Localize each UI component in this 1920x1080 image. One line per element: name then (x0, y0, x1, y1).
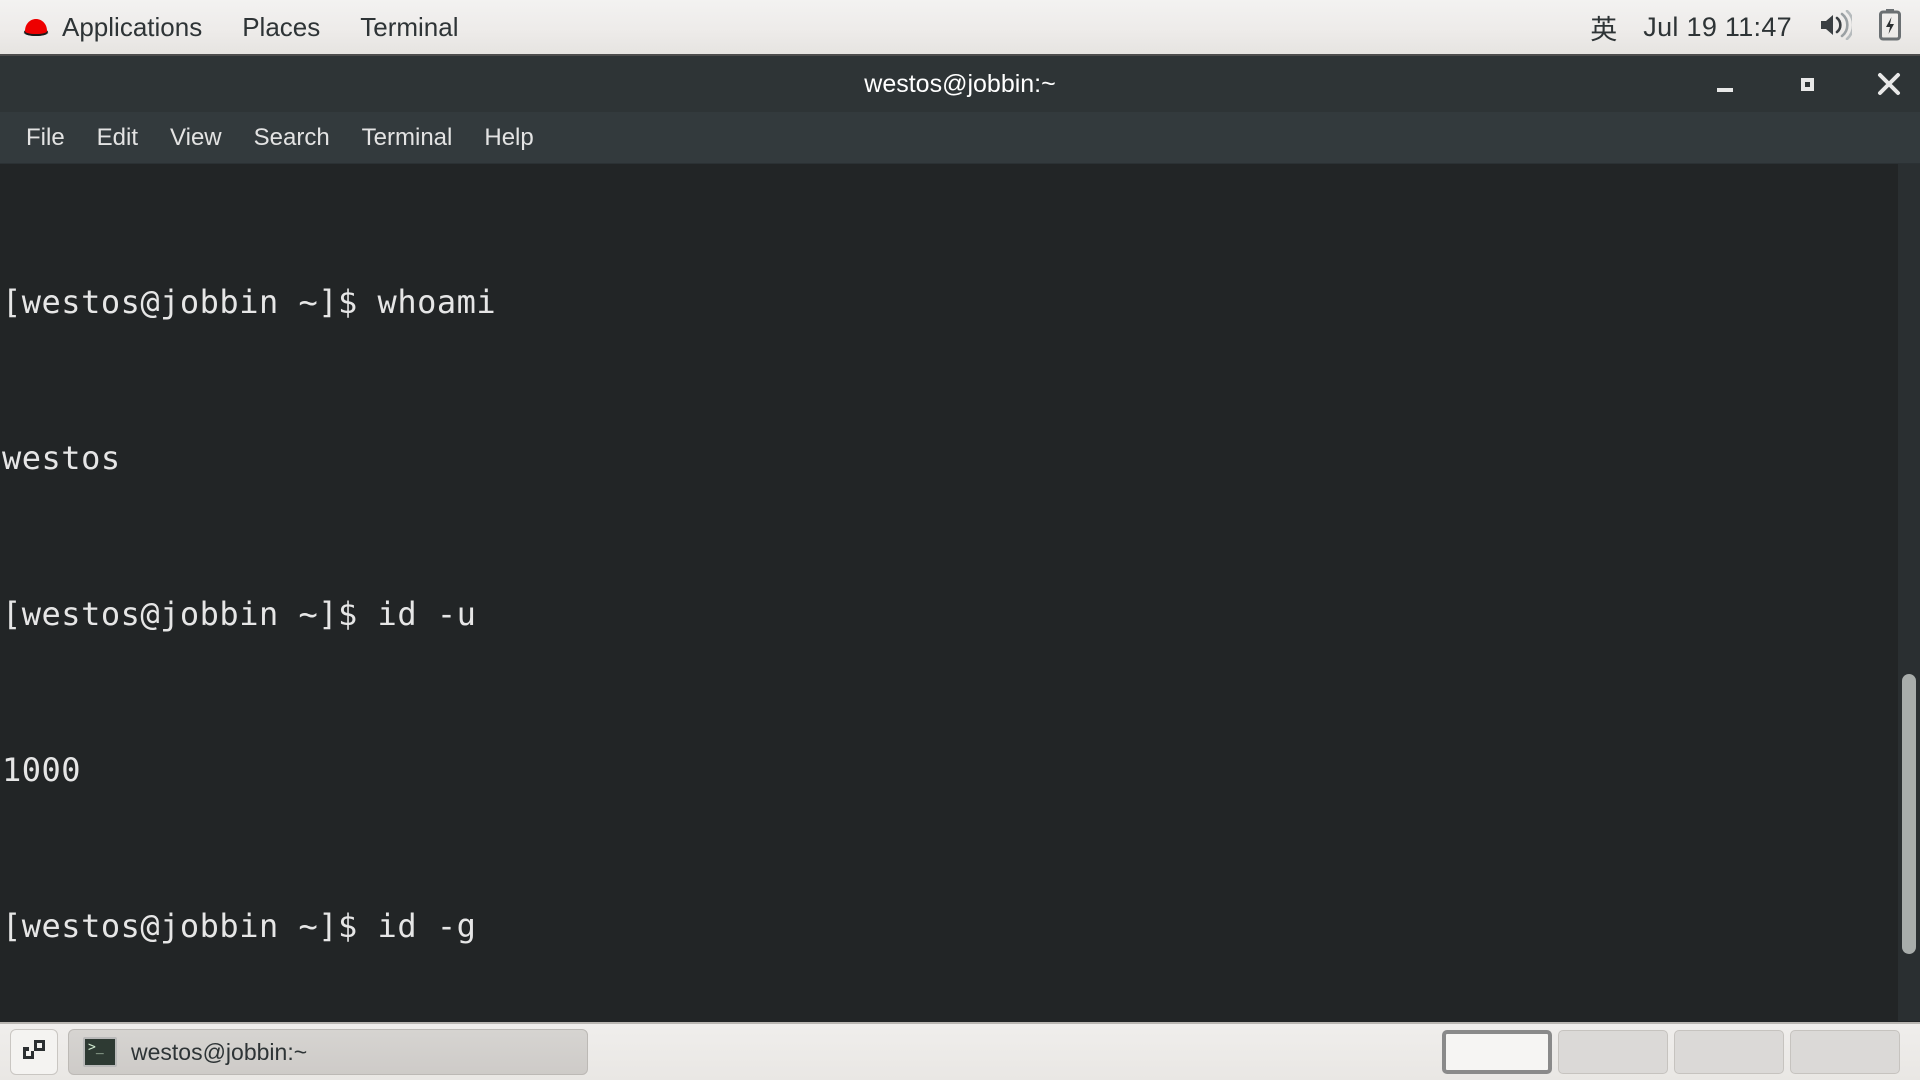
show-desktop-icon (21, 1038, 47, 1067)
terminal-line: 1000 (2, 751, 82, 789)
panel-item-terminal[interactable]: Terminal (340, 0, 478, 55)
panel-menu: Applications Places Terminal (0, 0, 479, 55)
battery-charging-icon[interactable] (1878, 8, 1902, 46)
workspace-2[interactable] (1558, 1030, 1668, 1074)
panel-item-label: Terminal (360, 11, 459, 42)
terminal-scrollbar[interactable] (1898, 164, 1920, 1021)
ime-indicator[interactable]: 英 (1590, 8, 1617, 47)
taskbar-window-button[interactable]: >_ westos@jobbin:~ (68, 1029, 588, 1075)
clock[interactable]: Jul 19 11:47 (1643, 12, 1792, 43)
window-controls (1710, 56, 1904, 112)
panel-item-label: Applications (62, 11, 203, 42)
terminal-window: westos@jobbin:~ File Edit View Search Te… (0, 56, 1920, 1022)
terminal-output: [westos@jobbin ~]$ whoami westos [westos… (2, 172, 1920, 1021)
top-panel: Applications Places Terminal 英 Jul 19 11… (0, 0, 1920, 56)
window-title: westos@jobbin:~ (864, 69, 1056, 98)
volume-icon[interactable] (1818, 9, 1855, 45)
close-icon[interactable] (1874, 69, 1904, 99)
window-title-bar[interactable]: westos@jobbin:~ (0, 56, 1920, 112)
menu-bar: File Edit View Search Terminal Help (0, 112, 1920, 164)
menu-item-file[interactable]: File (10, 118, 81, 158)
terminal-line: westos (2, 439, 121, 477)
terminal-line: [westos@jobbin ~]$ id -g (2, 907, 477, 945)
scrollbar-thumb[interactable] (1902, 674, 1916, 954)
maximize-icon[interactable] (1792, 69, 1822, 99)
taskbar: >_ westos@jobbin:~ (0, 1022, 1920, 1080)
workspace-switcher (1442, 1030, 1910, 1074)
panel-status-area: 英 Jul 19 11:47 (1590, 0, 1920, 55)
panel-item-places[interactable]: Places (222, 0, 340, 55)
menu-item-help[interactable]: Help (468, 118, 549, 158)
workspace-4[interactable] (1790, 1030, 1900, 1074)
redhat-logo-icon (20, 15, 52, 39)
terminal-line: [westos@jobbin ~]$ whoami (2, 283, 497, 321)
terminal-line: [westos@jobbin ~]$ id -u (2, 595, 477, 633)
taskbar-window-label: westos@jobbin:~ (131, 1038, 308, 1065)
show-desktop-button[interactable] (10, 1029, 58, 1075)
menu-item-terminal[interactable]: Terminal (346, 118, 469, 158)
workspace-1[interactable] (1442, 1030, 1552, 1074)
terminal-icon: >_ (83, 1037, 117, 1067)
terminal-screen[interactable]: [westos@jobbin ~]$ whoami westos [westos… (0, 164, 1920, 1021)
menu-item-search[interactable]: Search (238, 118, 346, 158)
menu-item-view[interactable]: View (154, 118, 238, 158)
minimize-icon[interactable] (1710, 69, 1740, 99)
panel-item-label: Places (242, 11, 321, 42)
panel-item-applications[interactable]: Applications (0, 0, 222, 55)
menu-item-edit[interactable]: Edit (81, 118, 154, 158)
workspace-3[interactable] (1674, 1030, 1784, 1074)
